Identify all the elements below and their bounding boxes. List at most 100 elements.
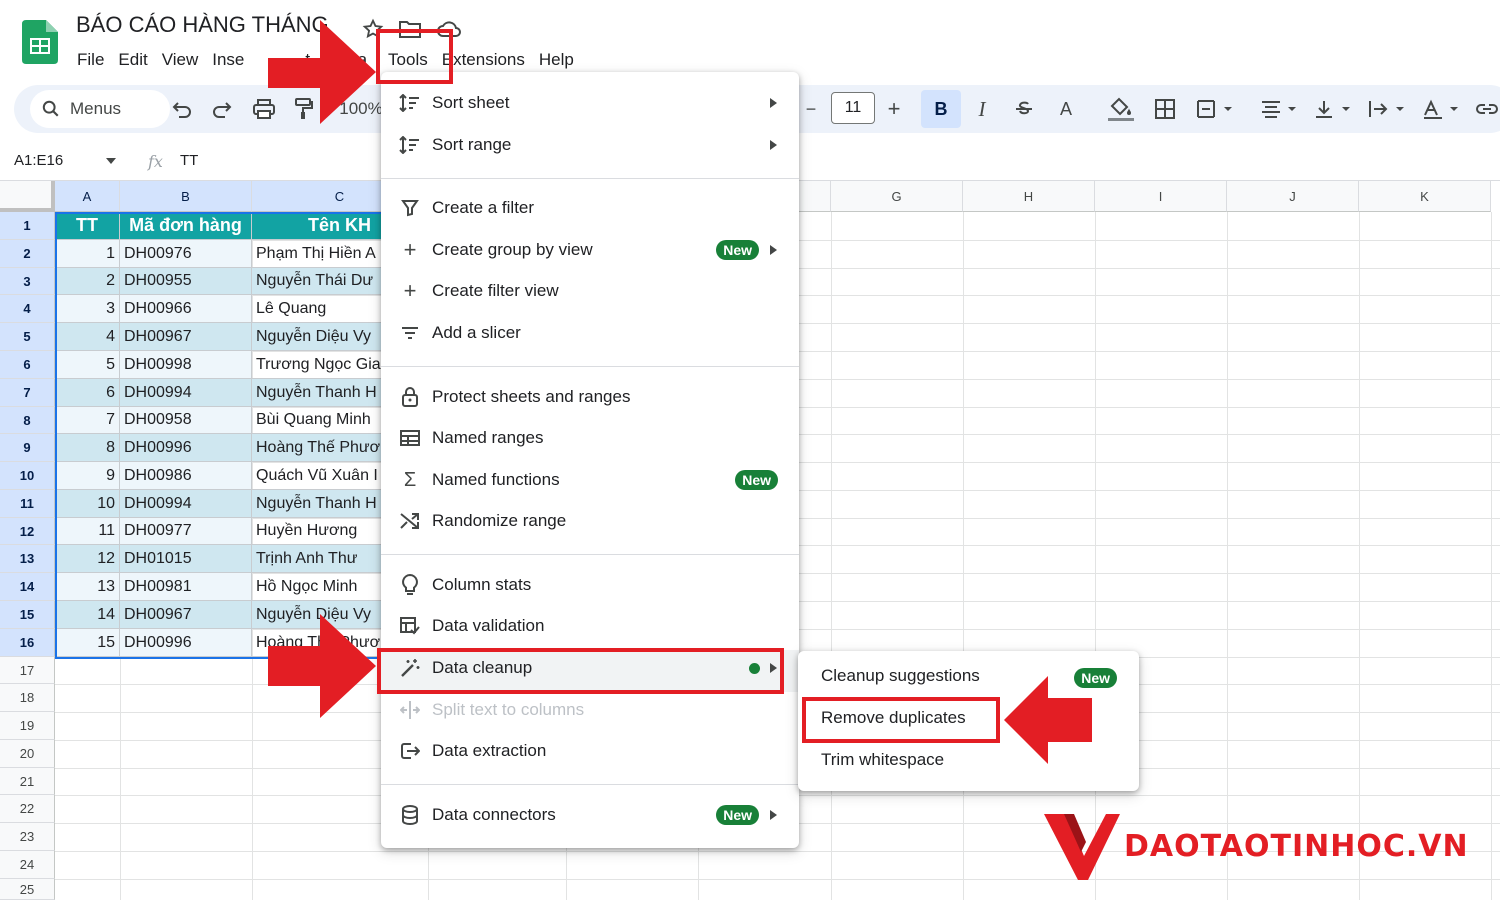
row-header[interactable]: 2 <box>0 240 55 268</box>
paint-format-icon[interactable] <box>290 95 318 123</box>
decrease-font-size-icon[interactable]: − <box>800 95 822 123</box>
row-header[interactable]: 1 <box>0 212 55 240</box>
table-cell[interactable]: 13 <box>55 573 120 601</box>
table-cell[interactable]: 14 <box>55 601 120 629</box>
table-cell[interactable]: 12 <box>55 545 120 573</box>
borders-icon[interactable] <box>1152 95 1178 123</box>
table-cell[interactable]: DH00994 <box>120 490 252 518</box>
menu-tools[interactable]: Tools <box>374 46 435 74</box>
table-cell[interactable]: 1 <box>55 240 120 268</box>
menu-item-sort-sheet[interactable]: Sort sheet <box>381 83 799 123</box>
menu-item-data-extraction[interactable]: Data extraction <box>381 731 799 771</box>
row-header[interactable]: 20 <box>0 740 55 768</box>
row-header[interactable]: 9 <box>0 434 55 462</box>
italic-button[interactable]: I <box>970 95 994 123</box>
submenu-item-cleanup-suggestions[interactable]: Cleanup suggestions <box>821 666 980 686</box>
column-header-j[interactable]: J <box>1227 181 1359 212</box>
table-cell[interactable]: 6 <box>55 379 120 407</box>
row-header[interactable]: 23 <box>0 823 55 851</box>
table-header-cell[interactable]: TT <box>55 212 120 240</box>
table-cell[interactable]: 4 <box>55 323 120 351</box>
column-header-h[interactable]: H <box>963 181 1095 212</box>
table-cell[interactable]: 5 <box>55 351 120 379</box>
google-sheets-logo[interactable] <box>22 20 58 64</box>
row-header[interactable]: 17 <box>0 657 55 684</box>
column-header-a[interactable]: A <box>55 181 120 212</box>
table-cell[interactable]: DH00955 <box>120 268 252 295</box>
menu-item-data-validation[interactable]: Data validation <box>381 606 799 646</box>
merge-cells-icon[interactable] <box>1194 95 1238 123</box>
table-cell[interactable]: DH01015 <box>120 545 252 573</box>
star-icon[interactable] <box>362 18 384 40</box>
select-all-corner[interactable] <box>0 181 55 212</box>
undo-icon[interactable] <box>168 95 196 123</box>
move-folder-icon[interactable] <box>398 18 422 40</box>
text-color-button[interactable]: A <box>1054 95 1078 123</box>
name-box[interactable]: A1:E16 <box>14 152 63 169</box>
row-header[interactable]: 18 <box>0 684 55 712</box>
insert-link-icon[interactable] <box>1474 95 1500 123</box>
table-cell[interactable]: DH00958 <box>120 407 252 434</box>
menu-help[interactable]: Help <box>532 46 581 74</box>
row-header[interactable]: 14 <box>0 573 55 601</box>
name-box-dropdown-icon[interactable] <box>106 158 116 164</box>
menu-item-split-text[interactable]: Split text to columns <box>381 690 799 730</box>
table-cell[interactable]: DH00986 <box>120 462 252 490</box>
menu-view[interactable]: View <box>155 46 206 74</box>
menu-item-protect-sheets[interactable]: Protect sheets and ranges <box>381 377 799 417</box>
menu-extensions[interactable]: Extensions <box>435 46 532 74</box>
menu-file[interactable]: File <box>70 46 111 74</box>
row-header[interactable]: 4 <box>0 295 55 323</box>
menu-item-add-slicer[interactable]: Add a slicer <box>381 313 799 353</box>
table-cell[interactable]: DH00967 <box>120 323 252 351</box>
column-header-k[interactable]: K <box>1359 181 1491 212</box>
table-cell[interactable]: 8 <box>55 434 120 462</box>
row-header[interactable]: 16 <box>0 629 55 657</box>
increase-font-size-icon[interactable]: + <box>882 95 906 123</box>
font-size-input[interactable]: 11 <box>831 92 875 124</box>
table-cell[interactable]: DH00976 <box>120 240 252 268</box>
row-header[interactable]: 19 <box>0 712 55 740</box>
table-cell[interactable]: 3 <box>55 295 120 323</box>
row-header[interactable]: 25 <box>0 879 55 900</box>
menu-item-randomize-range[interactable]: Randomize range <box>381 501 799 541</box>
column-header-i[interactable]: I <box>1095 181 1227 212</box>
menu-format[interactable]: t <box>251 46 317 74</box>
menu-item-create-group-by-view[interactable]: + Create group by view New <box>381 230 799 270</box>
document-title[interactable]: BÁO CÁO HÀNG THÁNG <box>76 12 329 38</box>
zoom-select[interactable]: 100% <box>336 95 386 123</box>
row-header[interactable]: 11 <box>0 490 55 518</box>
table-cell[interactable]: DH00977 <box>120 518 252 545</box>
search-menus[interactable]: Menus <box>30 90 170 128</box>
formula-input[interactable]: TT <box>180 152 198 169</box>
table-cell[interactable]: DH00996 <box>120 434 252 462</box>
menu-item-named-ranges[interactable]: Named ranges <box>381 418 799 458</box>
table-cell[interactable]: DH00994 <box>120 379 252 407</box>
menu-data[interactable]: Data <box>317 46 374 74</box>
table-cell[interactable]: DH00967 <box>120 601 252 629</box>
table-cell[interactable]: DH00966 <box>120 295 252 323</box>
submenu-item-trim-whitespace[interactable]: Trim whitespace <box>821 750 944 770</box>
table-cell[interactable]: 10 <box>55 490 120 518</box>
row-header[interactable]: 12 <box>0 518 55 545</box>
horizontal-align-icon[interactable] <box>1258 95 1302 123</box>
menu-item-sort-range[interactable]: Sort range <box>381 125 799 165</box>
menu-edit[interactable]: Edit <box>111 46 154 74</box>
text-rotation-icon[interactable] <box>1420 95 1464 123</box>
text-wrapping-icon[interactable] <box>1366 95 1410 123</box>
redo-icon[interactable] <box>208 95 236 123</box>
menu-item-data-cleanup[interactable]: Data cleanup <box>381 648 799 688</box>
menu-item-named-functions[interactable]: Σ Named functions New <box>381 460 799 500</box>
menu-item-create-filter[interactable]: Create a filter <box>381 188 799 228</box>
cloud-status-icon[interactable] <box>436 18 462 40</box>
row-header[interactable]: 22 <box>0 795 55 823</box>
row-header[interactable]: 21 <box>0 768 55 795</box>
table-header-cell[interactable]: Mã đơn hàng <box>120 212 252 240</box>
table-cell[interactable]: 11 <box>55 518 120 545</box>
table-cell[interactable]: 7 <box>55 407 120 434</box>
row-header[interactable]: 8 <box>0 407 55 434</box>
row-header[interactable]: 7 <box>0 379 55 407</box>
table-cell[interactable]: 9 <box>55 462 120 490</box>
vertical-align-icon[interactable] <box>1312 95 1356 123</box>
print-icon[interactable] <box>250 95 278 123</box>
